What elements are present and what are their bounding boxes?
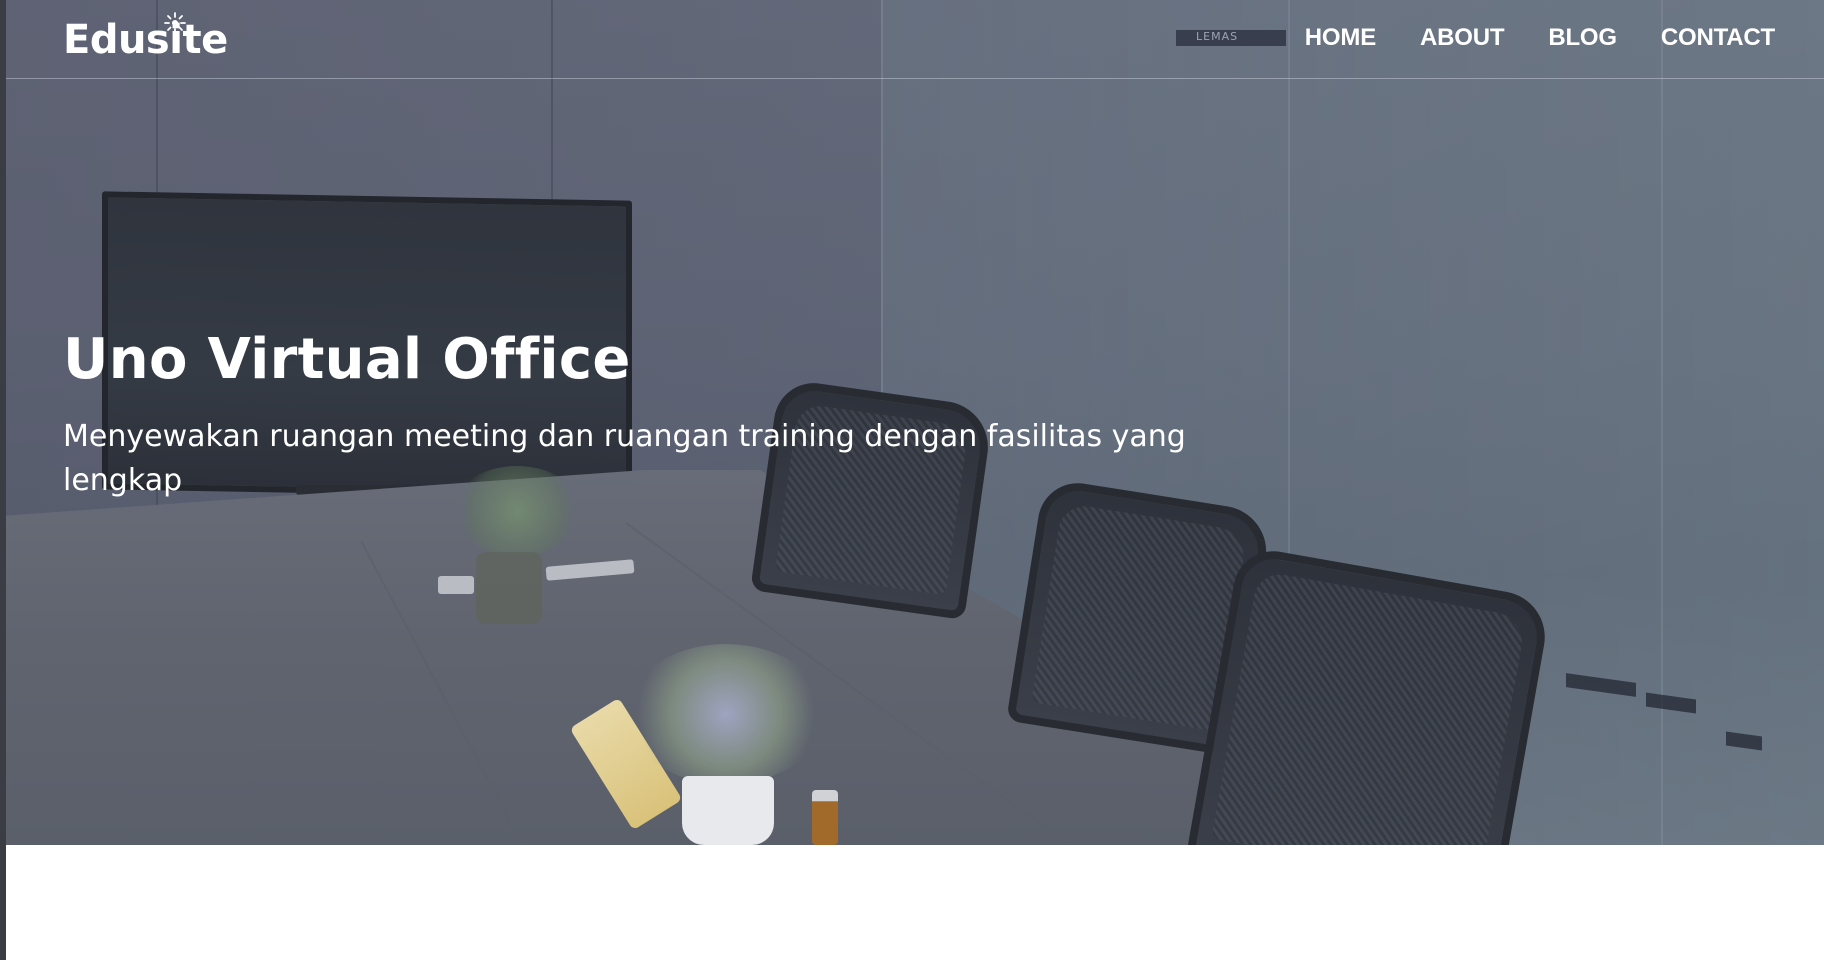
page: LEMAS Edusite HOME ABOUT BLOG CONTACT Un…: [0, 0, 1824, 960]
nav-blog-link[interactable]: BLOG: [1548, 24, 1617, 52]
flower-arrangement: [626, 644, 826, 784]
glass-vase: [476, 552, 542, 624]
nav-home-link[interactable]: HOME: [1305, 24, 1376, 52]
site-logo[interactable]: Edusite: [63, 12, 228, 64]
office-chair: [1185, 544, 1553, 845]
bottle: [812, 790, 838, 845]
nav-contact-link[interactable]: CONTACT: [1661, 24, 1775, 52]
flower-pot: [682, 776, 774, 845]
main-navigation: HOME ABOUT BLOG CONTACT: [1305, 24, 1775, 52]
hero-title: Uno Virtual Office: [63, 327, 631, 392]
sparkle-burst-icon: [164, 12, 186, 34]
top-navbar: Edusite HOME ABOUT BLOG CONTACT: [6, 0, 1824, 79]
nav-about-link[interactable]: ABOUT: [1420, 24, 1505, 52]
logo-text: Edusite: [63, 17, 228, 63]
table-outlet: [438, 576, 474, 594]
glass-divider: [1661, 0, 1663, 845]
hero-subtitle: Menyewakan ruangan meeting dan ruangan t…: [63, 419, 1186, 498]
content-area: [6, 845, 1824, 960]
